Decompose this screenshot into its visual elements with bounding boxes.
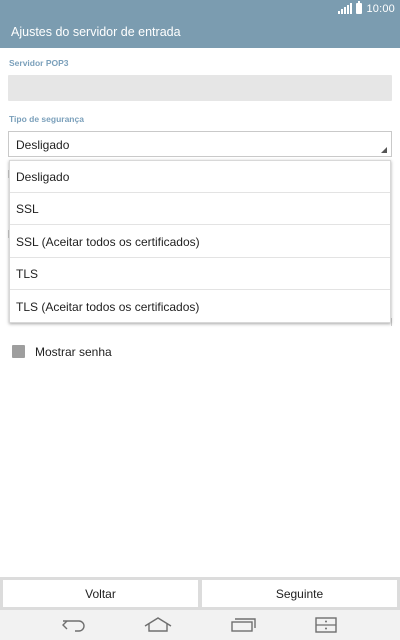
status-icons: 10:00 [338,1,395,15]
dropdown-caret-icon [381,147,387,153]
navigation-bar [0,610,400,640]
next-button[interactable]: Seguinte [202,580,397,607]
option-desligado[interactable]: Desligado [10,161,390,193]
home-icon[interactable] [142,615,174,635]
battery-icon [356,1,363,14]
security-type-select[interactable]: Desligado [8,131,392,157]
security-type-label: Tipo de segurança [9,114,84,124]
hidden-field-edge [391,318,392,326]
back-button[interactable]: Voltar [3,580,198,607]
show-password-checkbox[interactable] [12,345,25,358]
security-type-dropdown: Desligado SSL SSL (Aceitar todos os cert… [9,160,391,323]
page-title: Ajustes do servidor de entrada [11,25,181,39]
status-time: 10:00 [366,2,395,15]
signal-icon [338,3,353,14]
screen: 10:00 Ajustes do servidor de entrada Ser… [0,0,400,640]
menu-icon[interactable] [310,615,342,635]
show-password-row[interactable]: Mostrar senha [12,344,112,359]
recent-apps-icon[interactable] [227,615,259,635]
server-label: Servidor POP3 [9,58,69,68]
option-tls-accept-all[interactable]: TLS (Aceitar todos os certificados) [10,291,390,323]
status-bar: 10:00 [0,0,400,17]
option-ssl[interactable]: SSL [10,193,390,225]
server-input[interactable] [8,75,392,101]
security-type-value: Desligado [16,138,70,152]
bottom-button-bar: Voltar Seguinte [0,577,400,610]
back-icon[interactable] [58,615,90,635]
option-tls[interactable]: TLS [10,258,390,290]
show-password-label: Mostrar senha [35,344,112,359]
option-ssl-accept-all[interactable]: SSL (Aceitar todos os certificados) [10,226,390,258]
title-bar: Ajustes do servidor de entrada [0,17,400,48]
